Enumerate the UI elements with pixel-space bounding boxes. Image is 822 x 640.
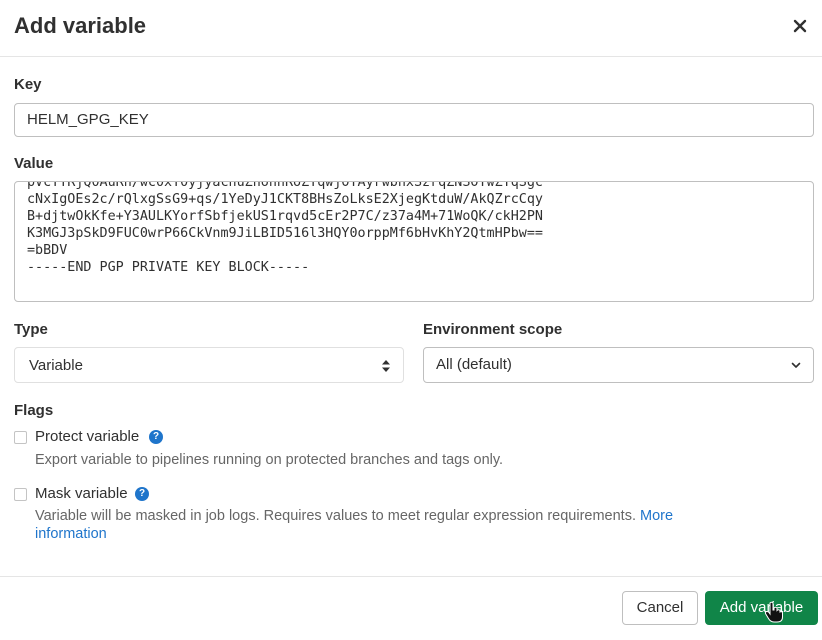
protect-variable-label[interactable]: Protect variable	[35, 428, 139, 445]
protect-variable-help: Export variable to pipelines running on …	[35, 452, 504, 468]
environment-scope-select[interactable]: All (default)	[423, 347, 814, 383]
modal-footer	[0, 576, 822, 640]
type-label: Type	[14, 321, 48, 338]
add-variable-modal: Add variable Key HELM_GPG_KEY Value pVcT…	[0, 0, 822, 640]
modal-title: Add variable	[14, 13, 147, 38]
environment-scope-label: Environment scope	[423, 321, 563, 338]
cancel-button[interactable]: Cancel	[622, 591, 698, 625]
type-select[interactable]: Variable	[14, 347, 404, 383]
flags-label: Flags	[14, 402, 54, 419]
value-textarea[interactable]: pVcTTRjQ0AuRn/wc0xT0yjyacnuZnonnRoZTqwjO…	[14, 181, 814, 302]
mask-help-text: Variable will be masked in job logs. Req…	[35, 508, 636, 524]
close-icon	[793, 19, 807, 33]
add-variable-button[interactable]: Add variable	[705, 591, 818, 625]
environment-scope-value: All (default)	[436, 356, 512, 373]
mask-help-icon[interactable]: ?	[135, 487, 149, 501]
modal-header: Add variable	[0, 0, 822, 57]
hand-cursor-icon	[764, 601, 783, 623]
type-select-value: Variable	[29, 357, 83, 374]
more-information-link[interactable]: More	[640, 508, 673, 524]
key-label: Key	[14, 76, 42, 93]
mask-variable-checkbox[interactable]	[14, 488, 27, 501]
protect-variable-checkbox[interactable]	[14, 431, 27, 444]
protect-help-icon[interactable]: ?	[149, 430, 163, 444]
value-label: Value	[14, 155, 54, 172]
more-information-link-cont[interactable]: information	[35, 526, 107, 542]
close-button[interactable]	[786, 12, 814, 40]
key-input[interactable]: HELM_GPG_KEY	[14, 103, 814, 137]
chevron-down-icon	[791, 362, 801, 368]
sort-arrows-icon	[382, 360, 390, 372]
value-text: pVcTTRjQ0AuRn/wc0xT0yjyacnuZnonnRoZTqwjO…	[27, 181, 543, 275]
mask-variable-help: Variable will be masked in job logs. Req…	[35, 507, 755, 543]
mask-variable-label[interactable]: Mask variable	[35, 485, 128, 502]
